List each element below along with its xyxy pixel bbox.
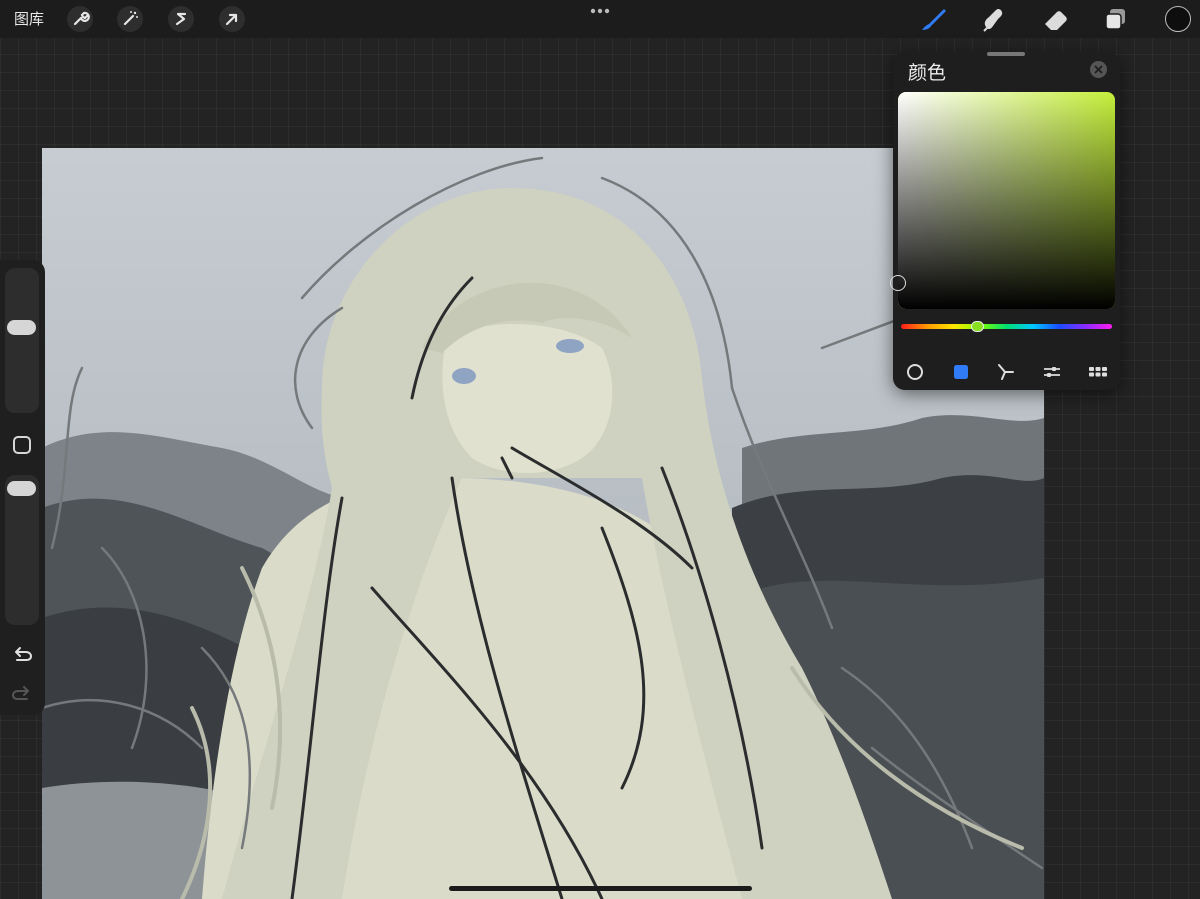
magic-wand-icon [123,11,138,26]
color-panel: 颜色 [890,52,1120,390]
wrench-icon [73,11,90,26]
hue-slider[interactable] [901,324,1112,329]
current-color-swatch[interactable] [1165,6,1191,32]
opacity-slider[interactable] [5,475,39,625]
square-icon[interactable] [949,356,973,380]
transform-button[interactable] [219,6,245,32]
sliders-icon[interactable] [1040,356,1064,380]
panel-grabber[interactable] [987,52,1025,56]
panel-title: 颜色 [908,62,947,84]
picker-ring[interactable] [890,274,906,291]
circle-icon[interactable] [903,356,927,380]
arrow-cursor-icon [225,13,238,26]
grid-icon[interactable] [1086,356,1110,380]
harmony-icon[interactable] [994,356,1018,380]
undo-icon[interactable] [10,644,34,664]
brush-size-thumb[interactable] [7,320,36,335]
close-button[interactable] [1090,61,1107,78]
redo-icon[interactable] [10,683,34,703]
actions-button[interactable] [67,6,93,32]
opacity-thumb[interactable] [7,481,36,496]
brush-icon[interactable] [918,4,950,34]
top-toolbar: 图库 [0,0,1200,38]
close-icon [1094,65,1103,74]
home-indicator [449,886,752,891]
gallery-button[interactable]: 图库 [14,8,44,29]
saturation-brightness-picker[interactable] [898,92,1115,309]
eraser-icon[interactable] [1040,4,1072,34]
smudge-icon[interactable] [978,4,1010,34]
layers-icon[interactable] [1100,4,1132,34]
color-mode-tabs [893,352,1120,382]
adjustments-button[interactable] [117,6,143,32]
more-dots-icon[interactable] [585,2,615,18]
brush-size-slider[interactable] [5,268,39,413]
modify-square-icon[interactable] [13,436,31,454]
left-sidebar [0,260,45,715]
selection-s-icon [175,12,187,26]
hue-thumb[interactable] [970,321,984,332]
selection-button[interactable] [168,6,194,32]
